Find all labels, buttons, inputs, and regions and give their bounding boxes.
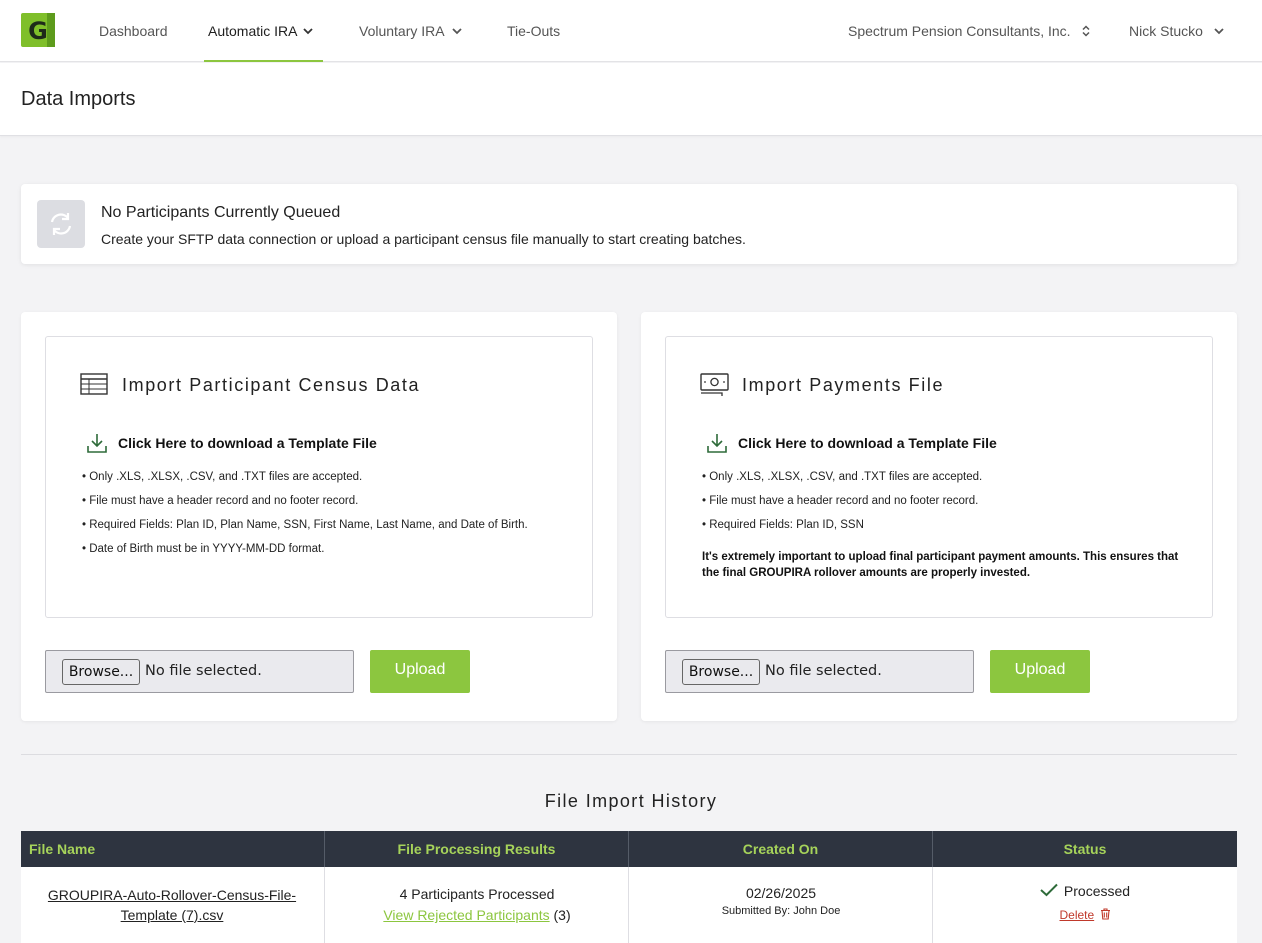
cell-status: Processed Delete	[933, 867, 1237, 943]
payments-file-status: No file selected.	[765, 663, 882, 679]
view-rejected-link[interactable]: View Rejected Participants	[383, 907, 549, 923]
list-item: Date of Birth must be in YYYY-MM-DD form…	[82, 542, 528, 566]
nav-automatic-ira[interactable]: Automatic IRA	[204, 0, 323, 62]
delete-label: Delete	[1059, 908, 1095, 922]
nav-voluntary-ira[interactable]: Voluntary IRA	[359, 0, 462, 62]
download-icon	[707, 434, 727, 453]
list-item: Required Fields: Plan ID, SSN	[702, 518, 982, 542]
refresh-icon	[37, 200, 85, 248]
app-logo[interactable]: G	[21, 13, 55, 47]
column-header-file-name: File Name	[21, 831, 325, 867]
census-browse-button[interactable]: Browse...	[62, 659, 140, 685]
top-navigation: G Dashboard Automatic IRA Voluntary IRA …	[0, 0, 1262, 62]
queue-subtitle: Create your SFTP data connection or uplo…	[101, 231, 746, 247]
table-icon	[80, 373, 108, 395]
status-label: Processed	[1063, 883, 1131, 899]
download-icon	[87, 434, 107, 453]
column-header-created-on: Created On	[629, 831, 933, 867]
queue-status-banner: No Participants Currently Queued Create …	[21, 184, 1237, 264]
rejected-count: (3)	[553, 907, 571, 923]
nav-dashboard[interactable]: Dashboard	[99, 0, 168, 62]
cell-processing-results: 4 Participants Processed View Rejected P…	[325, 867, 629, 943]
organization-selector[interactable]: Spectrum Pension Consultants, Inc.	[848, 0, 1090, 62]
rejected-summary: View Rejected Participants (3)	[325, 907, 629, 923]
column-header-status: Status	[1063, 841, 1107, 857]
payments-info-panel: Import Payments File Click Here to downl…	[665, 336, 1213, 618]
census-file-status: No file selected.	[145, 663, 262, 679]
payments-download-label: Click Here to download a Template File	[738, 435, 997, 451]
status-badge: Processed	[933, 883, 1237, 899]
sort-updown-icon	[1082, 25, 1090, 37]
census-upload-button[interactable]: Upload	[370, 650, 470, 693]
payments-important-note: It's extremely important to upload final…	[702, 551, 1179, 579]
queue-title: No Participants Currently Queued	[101, 204, 341, 221]
cell-file-name: GROUPIRA-Auto-Rollover-Census-File-Templ…	[21, 867, 325, 943]
checkmark-icon	[1040, 883, 1058, 897]
user-name: Nick Stucko	[1129, 23, 1203, 39]
processed-count: 4 Participants Processed	[399, 886, 555, 902]
trash-icon	[1100, 908, 1110, 920]
history-title: File Import History	[544, 791, 718, 811]
nav-tie-outs[interactable]: Tie-Outs	[507, 0, 560, 62]
chevron-down-icon	[451, 28, 462, 35]
list-item: File must have a header record and no fo…	[702, 494, 982, 518]
delete-link[interactable]: Delete	[933, 908, 1237, 922]
nav-voluntary-ira-label: Voluntary IRA	[359, 23, 445, 39]
section-divider	[21, 754, 1237, 755]
payments-card-title: Import Payments File	[742, 375, 945, 395]
census-import-card: Import Participant Census Data Click Her…	[21, 312, 617, 721]
organization-name: Spectrum Pension Consultants, Inc.	[848, 23, 1071, 39]
column-header-processing-results: File Processing Results	[325, 831, 629, 867]
payments-browse-button[interactable]: Browse...	[682, 659, 760, 685]
file-name-link[interactable]: GROUPIRA-Auto-Rollover-Census-File-Templ…	[37, 885, 307, 925]
census-info-panel: Import Participant Census Data Click Her…	[45, 336, 593, 618]
census-card-title: Import Participant Census Data	[122, 375, 421, 395]
payments-upload-button[interactable]: Upload	[990, 650, 1090, 693]
nav-tie-outs-label: Tie-Outs	[507, 23, 561, 39]
census-download-label: Click Here to download a Template File	[118, 435, 377, 451]
submitted-by: Submitted By: John Doe	[721, 905, 841, 917]
chevron-down-icon	[1214, 28, 1224, 35]
list-item: Only .XLS, .XLSX, .CSV, and .TXT files a…	[702, 470, 982, 494]
census-file-input[interactable]: Browse... No file selected.	[45, 650, 354, 693]
page-header: Data Imports	[0, 63, 1262, 136]
cell-created-on: 02/26/2025 Submitted By: John Doe	[629, 867, 933, 943]
created-date: 02/26/2025	[745, 885, 817, 901]
table-row: GROUPIRA-Auto-Rollover-Census-File-Templ…	[21, 867, 1237, 943]
payments-file-input[interactable]: Browse... No file selected.	[665, 650, 974, 693]
user-menu[interactable]: Nick Stucko	[1129, 0, 1224, 62]
payments-import-card: Import Payments File Click Here to downl…	[641, 312, 1237, 721]
money-icon	[700, 373, 729, 396]
payments-rules-list: Only .XLS, .XLSX, .CSV, and .TXT files a…	[702, 470, 982, 542]
page-title: Data Imports	[21, 88, 136, 110]
chevron-down-icon	[303, 28, 314, 35]
table-header: File Name File Processing Results Create…	[21, 831, 1237, 867]
list-item: Required Fields: Plan ID, Plan Name, SSN…	[82, 518, 527, 542]
nav-dashboard-label: Dashboard	[99, 23, 168, 39]
census-rules-list: Only .XLS, .XLSX, .CSV, and .TXT files a…	[82, 470, 528, 566]
list-item: Only .XLS, .XLSX, .CSV, and .TXT files a…	[82, 470, 528, 494]
logo-letter: G	[28, 17, 48, 45]
list-item: File must have a header record and no fo…	[82, 494, 528, 518]
nav-automatic-ira-label: Automatic IRA	[208, 23, 298, 39]
